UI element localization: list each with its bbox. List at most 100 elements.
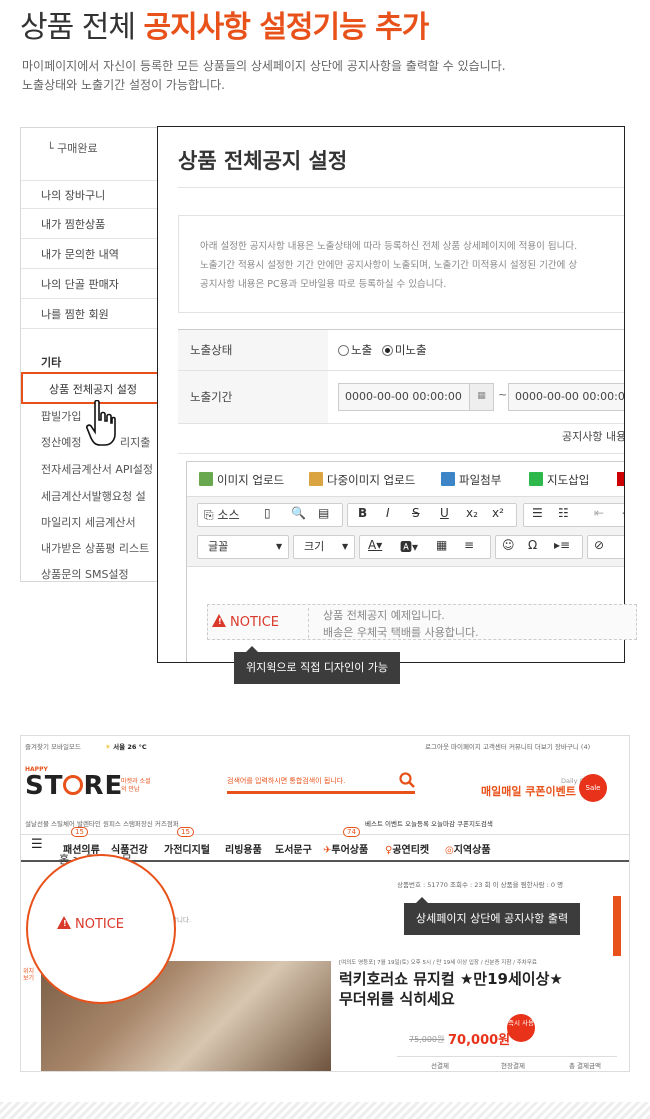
indent-icon[interactable]: ⇥ [622, 506, 624, 520]
map-insert-button[interactable]: 지도삽입 [529, 472, 589, 488]
hand-cursor-icon [86, 400, 116, 446]
file-attach-button[interactable]: 파일첨부 [441, 472, 501, 488]
store-subnav-right[interactable]: 베스트 이벤트 오늘등록 오늘마감 쿠폰지도검색 [365, 818, 493, 828]
nav-tour[interactable]: ✈투어상품 [323, 841, 368, 856]
nav-local[interactable]: ◎지역상품 [445, 841, 491, 856]
strike-icon[interactable]: S [412, 506, 420, 520]
link-icon[interactable]: ⊘ [594, 538, 604, 552]
status-radio-show[interactable] [338, 345, 349, 356]
sale-icon: Sale [579, 774, 607, 802]
hr-icon[interactable]: ≡ [464, 538, 474, 552]
row-divider [178, 423, 624, 424]
list-group: ☰ ☷ ⇤ ⇥ [523, 503, 624, 527]
sidebar-item-mileage-tax[interactable]: 마일리지 세금계산서 [41, 514, 136, 530]
store-top-right[interactable]: 로그아웃 마이페이지 고객센터 커뮤니티 더보기 장바구니 (4) [425, 741, 590, 751]
sidebar-item-cart[interactable]: 나의 장바구니 [21, 180, 160, 209]
search-icon[interactable] [399, 772, 415, 788]
ordered-list-icon[interactable]: ☰ [532, 506, 543, 520]
sidebar-item-settlement[interactable]: 정산예정 [41, 434, 81, 450]
preview-icon[interactable]: 🔍 [291, 506, 306, 520]
nav-digital[interactable]: 가전디지털 [164, 841, 210, 856]
search-bar[interactable]: 검색어를 입력하시면 통합검색이 됩니다. [227, 772, 415, 794]
store-top-left[interactable]: 즐겨찾기 모바일모드 [25, 741, 81, 751]
template-icon[interactable]: ▤ [318, 506, 329, 520]
new-page-icon[interactable]: ▯ [264, 506, 271, 520]
product-category: [여의도 영등포] 7월 19일(토) 오후 5시 / 만 19세 이상 입장 … [339, 960, 537, 966]
date-to-input[interactable]: 0000-00-00 00:00:00 [508, 383, 624, 411]
chevron-down-icon: ▼ [342, 542, 349, 551]
pagebreak-icon[interactable]: ▸≡ [554, 538, 570, 552]
info-line-1: 아래 설정한 공지사항 내용은 노출상태에 따라 등록하신 전체 상품 상세페이… [200, 241, 578, 252]
sidebar-item-inquiries[interactable]: 내가 문의한 내역 [21, 240, 160, 269]
editor-content: ! NOTICE 상품 전체공지 예제입니다. 배송은 우체국 택배를 사용합니다… [185, 596, 637, 644]
bullet-list-icon[interactable]: ☷ [558, 506, 569, 520]
source-group: ⎘ 소스 ▯ 🔍 ▤ [197, 503, 343, 527]
price-columns: 선결제 현장결제 총 결제금액 [397, 1056, 617, 1071]
chevron-down-icon: ▼ [276, 542, 283, 551]
text-color-icon[interactable]: A▾ [368, 538, 382, 552]
row-divider [178, 453, 624, 454]
outdent-icon[interactable]: ⇤ [594, 506, 604, 520]
settings-form: 노출상태 노출 미노출 노출기간 0000-00-00 00:00:00 ▦ ~ … [178, 329, 624, 427]
zoom-circle: ! NOTICE [26, 854, 176, 1004]
period-separator: ~ [498, 388, 508, 401]
subscript-icon[interactable]: x₂ [466, 506, 478, 520]
sidebar-item-popbill[interactable]: 팝빌가입 [41, 408, 81, 424]
emoticon-icon[interactable]: ☺ [502, 538, 515, 552]
notice-label: ! NOTICE [212, 614, 279, 630]
sidebar-item-tax-api[interactable]: 전자세금계산서 API설정 [41, 461, 153, 477]
source-button[interactable]: ⎘ 소스 [204, 506, 240, 523]
folder-icon [309, 472, 323, 486]
warning-icon: ! [57, 916, 71, 929]
special-char-icon[interactable]: Ω [528, 538, 537, 552]
font-select[interactable]: 글꼴 ▼ [197, 535, 289, 559]
sidebar-item-tax-request[interactable]: 세금계산서발행요청 설 [41, 488, 146, 504]
map-view-tab[interactable]: 위치 보기 [23, 968, 37, 982]
notice-settings-panel: 상품 전체공지 설정 아래 설정한 공지사항 내용은 노출상태에 따라 등록하신… [157, 126, 625, 663]
text-style-group: B I S U x₂ x² [347, 503, 517, 527]
nav-books[interactable]: 도서문구 [275, 841, 312, 856]
calendar-icon[interactable]: ▦ [469, 384, 493, 410]
menu-icon[interactable]: ☰ [31, 837, 43, 852]
original-price: 75,000원 [409, 1035, 445, 1044]
video-icon[interactable] [617, 472, 624, 486]
sidebar-item-sms[interactable]: 상품문의 SMS설정 [41, 566, 129, 581]
date-from-input[interactable]: 0000-00-00 00:00:00 ▦ [338, 383, 494, 411]
search-input[interactable]: 검색어를 입력하시면 통합검색이 됩니다. [227, 776, 345, 786]
sidebar-item-reviews[interactable]: 내가받은 상품평 리스트 [41, 540, 149, 556]
italic-icon[interactable]: I [386, 506, 390, 520]
sidebar-item-wishlist[interactable]: 내가 찜한상품 [21, 210, 160, 239]
nav-living[interactable]: 리빙용품 [225, 841, 262, 856]
coupon-event[interactable]: 매일매일 쿠폰이벤트 [481, 783, 576, 799]
weather: ☀ 서울 26 °C [105, 743, 147, 751]
table-icon[interactable]: ▦ [436, 538, 447, 552]
naver-map-icon [529, 472, 543, 486]
bold-icon[interactable]: B [358, 506, 367, 520]
product-meta: 상품번호 : 51770 조회수 : 23 회 이 상품을 찜한사람 : 0 명 [397, 881, 564, 889]
image-upload-button[interactable]: 이미지 업로드 [199, 472, 284, 488]
nav-badge: 15 [177, 827, 194, 837]
store-subnav[interactable]: 설날선물 스틸체어 발렌타인 원피스 스탬퍼장신 커즈점퍼 [25, 818, 179, 828]
side-tab[interactable] [613, 896, 621, 956]
multi-image-upload-button[interactable]: 다중이미지 업로드 [309, 472, 415, 488]
nav-tickets[interactable]: ♀공연티켓 [385, 841, 429, 856]
status-radio-hide[interactable] [381, 345, 393, 356]
size-select[interactable]: 크기 ▼ [293, 535, 355, 559]
zoom-notice-label: ! NOTICE [57, 916, 124, 932]
description-line-2: 노출상태와 노출기간 설정이 가능합니다. [22, 78, 225, 92]
panel-title: 상품 전체공지 설정 [178, 149, 348, 173]
bg-color-icon[interactable]: 🅰▾ [400, 538, 418, 555]
sidebar-item-sellers[interactable]: 나의 단골 판매자 [21, 270, 160, 299]
superscript-icon[interactable]: x² [492, 506, 504, 520]
store-logo[interactable]: ST RE [25, 771, 123, 801]
underline-icon[interactable]: U [440, 506, 449, 520]
page-title: 상품 전체 공지사항 설정기능 추가 [20, 10, 429, 45]
status-radio-group: 노출 미노출 [338, 342, 427, 358]
sidebar-sub-item[interactable]: └ 구매완료 [47, 140, 98, 156]
image-icon [199, 472, 213, 486]
insert-group: ☺ Ω ▸≡ [495, 535, 583, 559]
link-group: ⊘ [587, 535, 624, 559]
sidebar-item-followers[interactable]: 나를 찜한 회원 [21, 300, 160, 329]
status-label: 노출상태 [178, 330, 328, 370]
notice-block: ! NOTICE 상품 전체공지 예제입니다. 배송은 우체국 택배를 사용합니다… [207, 604, 637, 640]
